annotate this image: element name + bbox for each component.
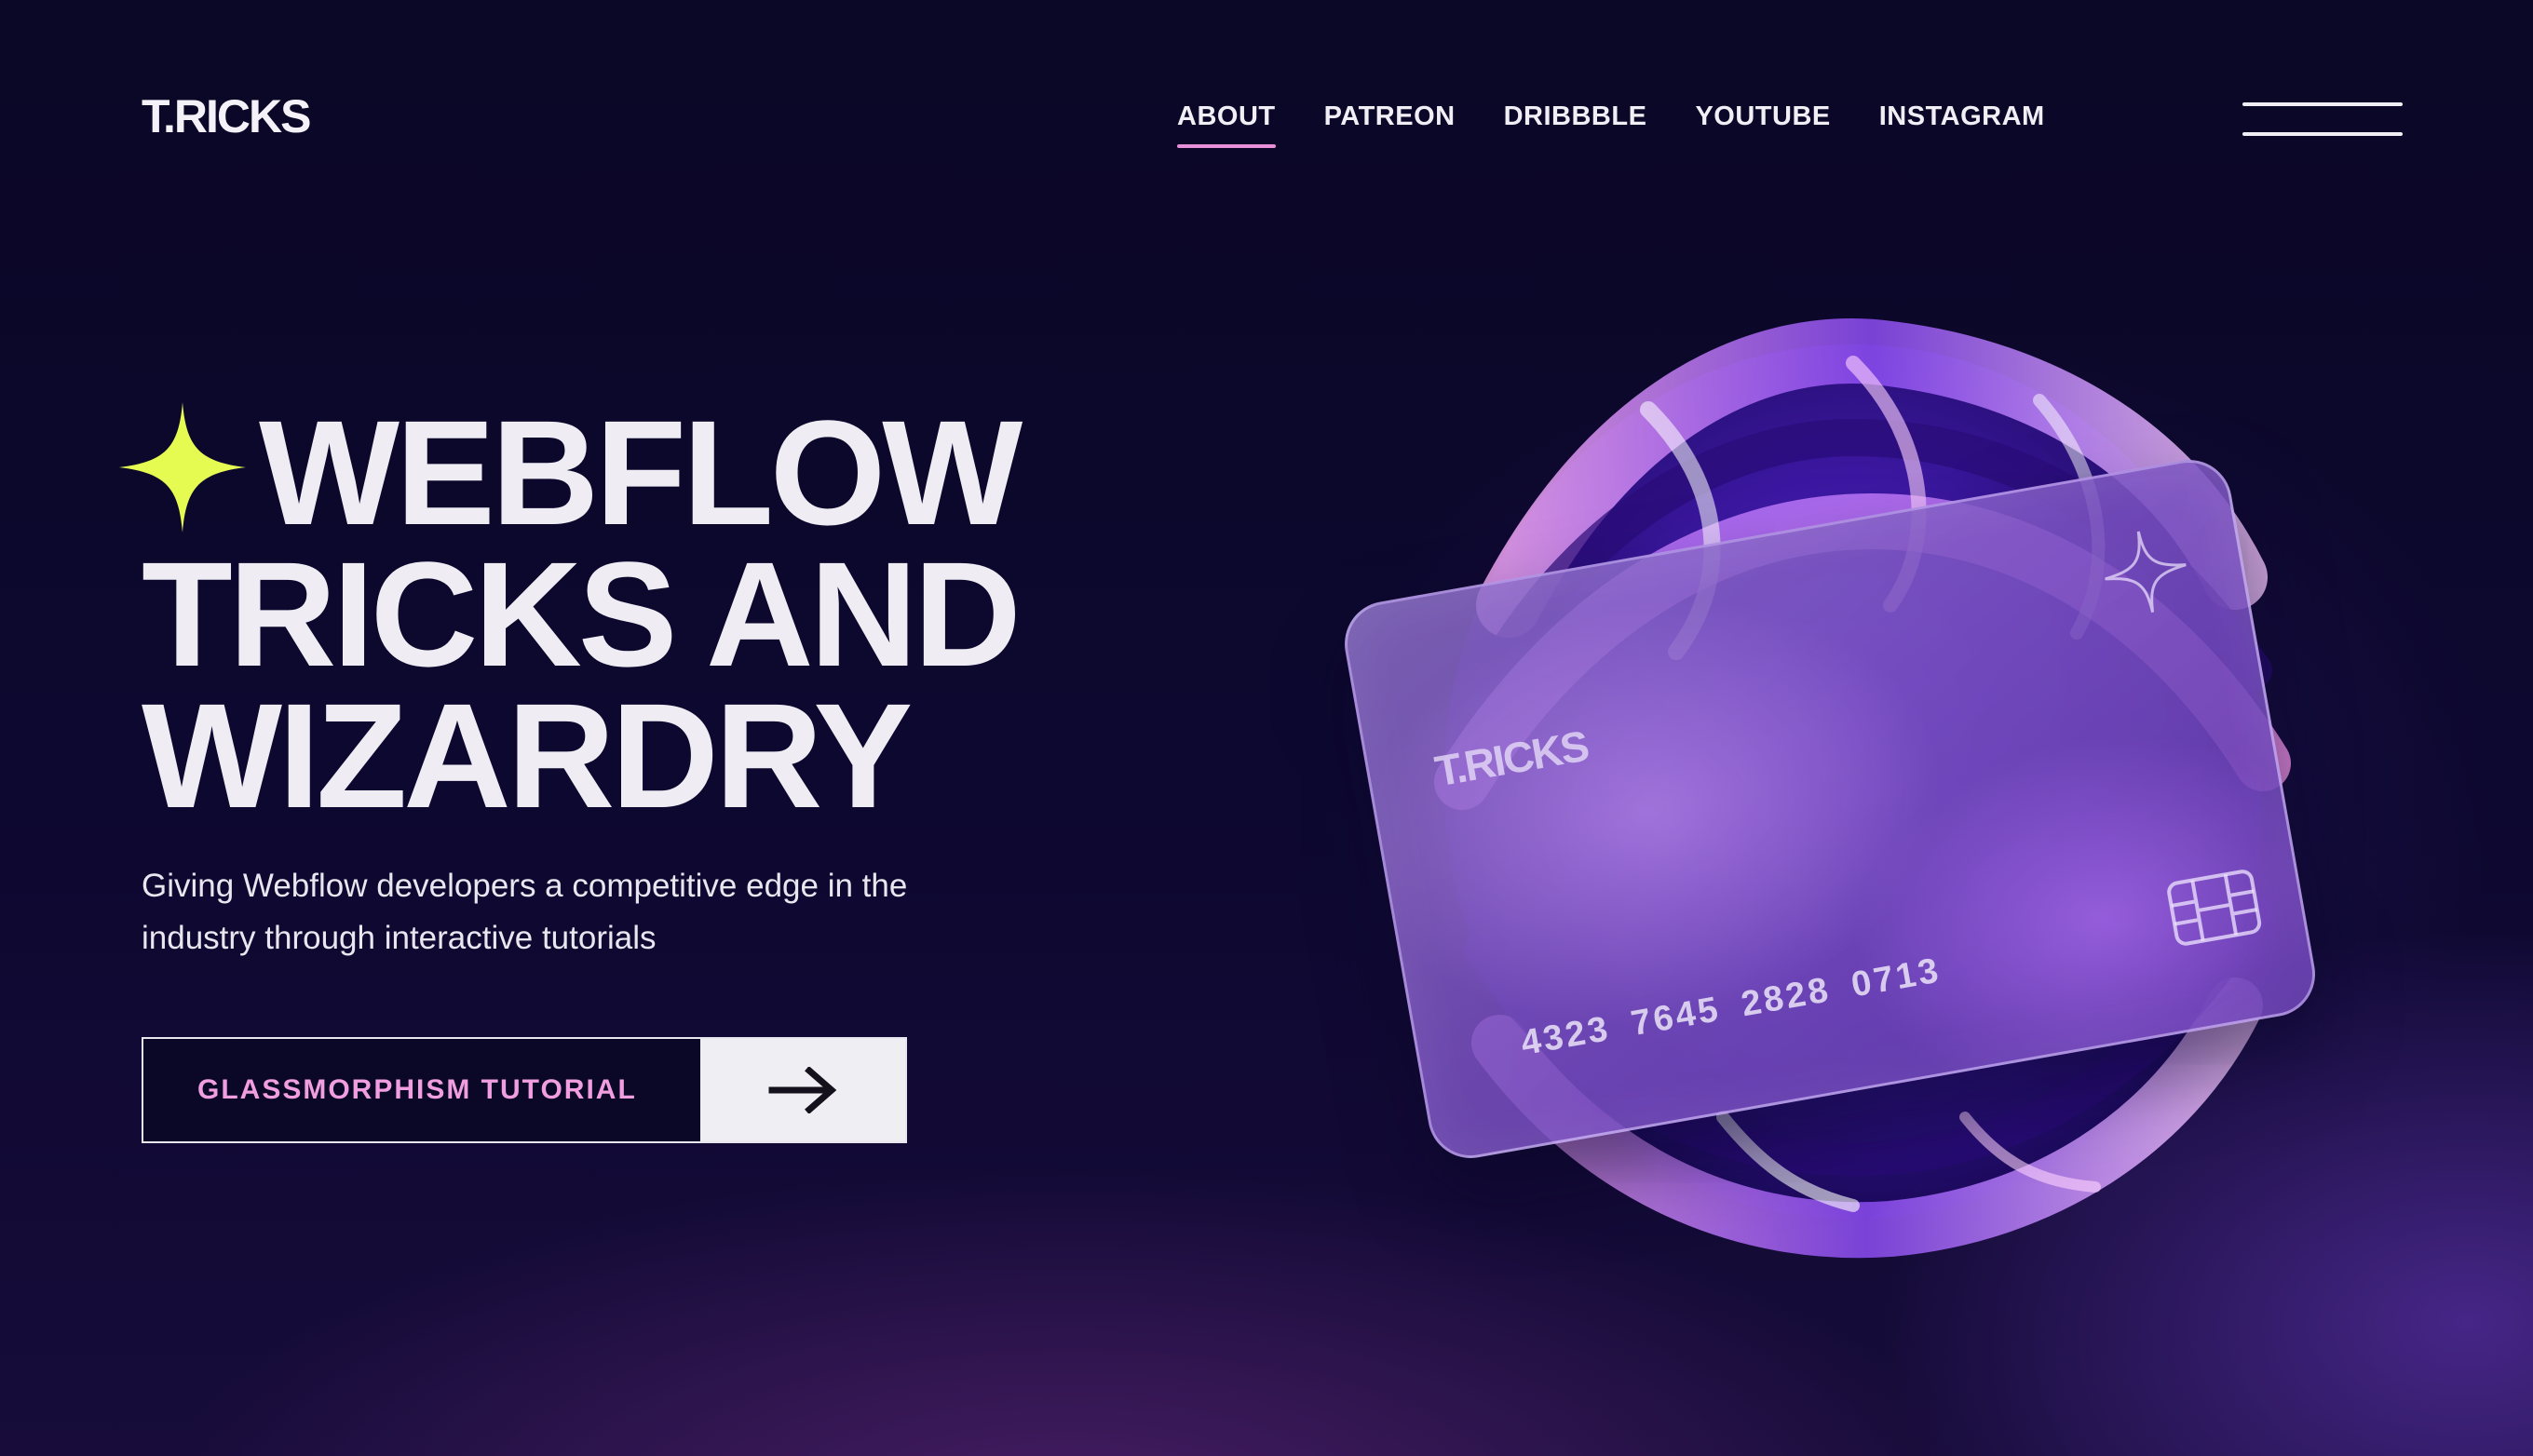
card-number: 4323 7645 2828 0713 <box>1518 950 1944 1064</box>
hero-title-line-3: WIZARDRY <box>142 672 913 839</box>
hero-subtitle: Giving Webflow developers a competitive … <box>142 868 908 956</box>
hero-title-line-2: TRICKS AND <box>142 531 1022 697</box>
cta-arrow-box[interactable] <box>700 1039 905 1141</box>
sparkle-outline-icon <box>2105 531 2187 613</box>
site-logo[interactable]: T.RICKS <box>142 93 311 140</box>
hamburger-menu-icon[interactable] <box>2242 99 2403 140</box>
landing-page: T.RICKS ABOUT PATREON DRIBBBLE YOUTUBE I… <box>0 0 2533 1456</box>
menu-line-top <box>2242 102 2403 106</box>
glassmorphism-tutorial-button[interactable]: GLASSMORPHISM TUTORIAL <box>142 1037 907 1143</box>
nav-dribbble[interactable]: DRIBBBLE <box>1504 101 1647 133</box>
nav-instagram[interactable]: INSTAGRAM <box>1879 101 2045 133</box>
card-chip-icon <box>2167 870 2262 946</box>
nav-about[interactable]: ABOUT <box>1177 101 1276 148</box>
hero-title: WEBFLOW TRICKS AND WIZARDRY <box>142 389 1023 839</box>
nav-patreon[interactable]: PATREON <box>1324 101 1456 133</box>
nav-youtube[interactable]: YOUTUBE <box>1695 101 1830 133</box>
main-nav: ABOUT PATREON DRIBBBLE YOUTUBE INSTAGRAM <box>1177 101 2093 148</box>
hero-title-line-1: WEBFLOW <box>259 389 1023 556</box>
card-logo: T.RICKS <box>1431 721 1592 796</box>
menu-line-bottom <box>2242 132 2403 136</box>
arrow-right-icon <box>768 1067 837 1113</box>
cta-label: GLASSMORPHISM TUTORIAL <box>143 1039 700 1141</box>
